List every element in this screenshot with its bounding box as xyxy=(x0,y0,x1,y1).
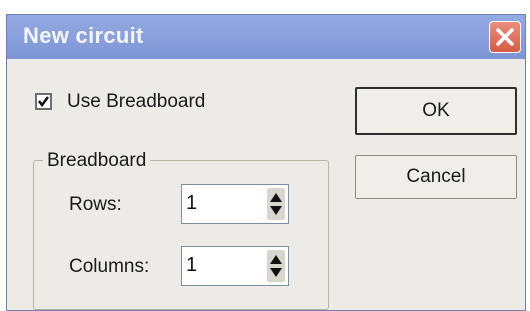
close-icon xyxy=(496,28,514,46)
columns-value[interactable]: 1 xyxy=(186,254,197,277)
rows-spin-button[interactable] xyxy=(267,188,285,220)
use-breadboard-checkbox[interactable] xyxy=(35,93,52,110)
rows-spinner[interactable]: 1 xyxy=(181,184,289,224)
close-button[interactable] xyxy=(489,21,521,53)
columns-label: Columns: xyxy=(69,256,150,277)
columns-spin-button[interactable] xyxy=(267,250,285,282)
breadboard-group-legend: Breadboard xyxy=(43,150,151,172)
dialog-title: New circuit xyxy=(23,23,144,48)
up-down-arrows-icon xyxy=(270,193,282,215)
columns-spinner[interactable]: 1 xyxy=(181,246,289,286)
cancel-button[interactable]: Cancel xyxy=(355,155,517,199)
up-down-arrows-icon xyxy=(270,255,282,277)
check-icon xyxy=(37,96,50,108)
rows-label: Rows: xyxy=(69,194,122,215)
rows-value[interactable]: 1 xyxy=(186,192,197,215)
new-circuit-dialog: New circuit Use Breadboard Breadboard Ro… xyxy=(6,14,526,311)
use-breadboard-label[interactable]: Use Breadboard xyxy=(67,91,205,113)
breadboard-groupbox xyxy=(33,160,329,310)
title-bar[interactable]: New circuit xyxy=(7,15,525,59)
ok-button[interactable]: OK xyxy=(355,87,517,135)
